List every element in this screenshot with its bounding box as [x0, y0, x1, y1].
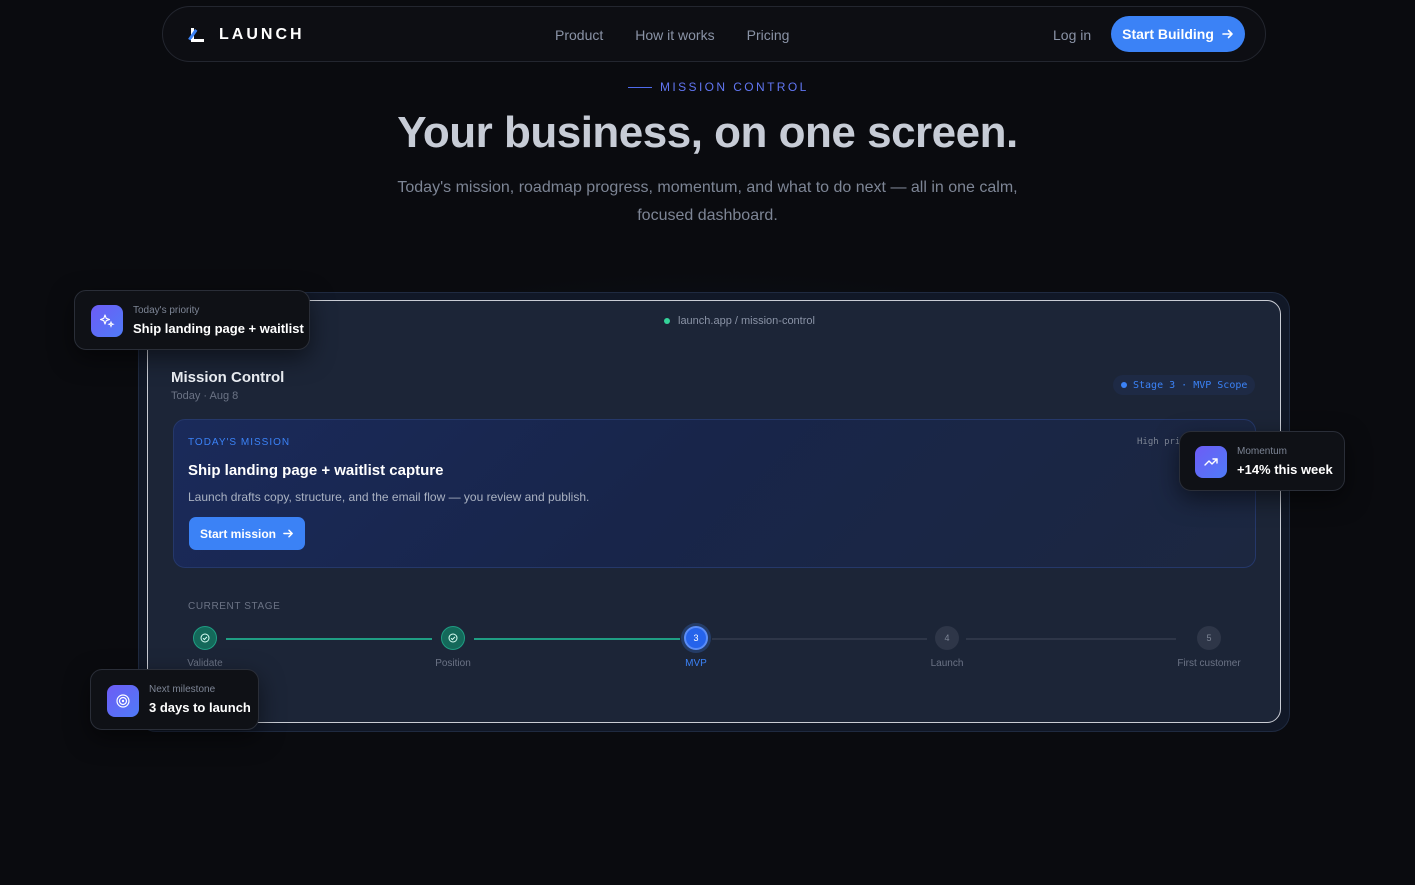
nav-link-product[interactable]: Product	[555, 27, 603, 43]
mission-description: Launch drafts copy, structure, and the e…	[188, 490, 590, 504]
mission-title: Ship landing page + waitlist capture	[188, 462, 444, 479]
eyebrow-line	[628, 86, 652, 88]
login-link[interactable]: Log in	[1053, 7, 1091, 63]
stage-badge: Stage 3 · MVP Scope	[1113, 375, 1255, 395]
milestone-card-key: Next milestone	[149, 684, 216, 695]
milestone-card[interactable]: Next milestone 3 days to launch	[90, 669, 259, 730]
step-mvp-number: 3	[693, 633, 699, 643]
milestone-card-value: 3 days to launch	[149, 700, 251, 715]
mission-priority: High pri	[1137, 437, 1181, 447]
step-position[interactable]	[441, 626, 465, 650]
step-first-customer-number: 5	[1206, 633, 1212, 643]
mission-eyebrow: TODAY'S MISSION	[188, 437, 291, 448]
stage-dot	[1121, 382, 1127, 388]
step-label-first-customer: First customer	[1177, 658, 1241, 669]
nav-links: Product How it works Pricing	[555, 7, 789, 63]
hero-title: Your business, on one screen.	[397, 108, 1018, 157]
step-label-launch: Launch	[930, 658, 964, 669]
progress-track-3	[712, 638, 927, 640]
priority-card-value: Ship landing page + waitlist	[133, 321, 304, 336]
check-icon	[448, 633, 458, 643]
top-nav: LAUNCH Product How it works Pricing Log …	[162, 6, 1266, 62]
hero-eyebrow: MISSION CONTROL	[628, 78, 809, 96]
step-validate[interactable]	[193, 626, 217, 650]
step-mvp[interactable]: 3	[684, 626, 708, 650]
start-building-label: Start Building	[1122, 26, 1214, 42]
momentum-card[interactable]: Momentum +14% this week	[1179, 431, 1345, 491]
step-launch[interactable]: 4	[935, 626, 959, 650]
step-label-mvp: MVP	[685, 658, 707, 669]
url-text: launch.app / mission-control	[678, 315, 815, 327]
trending-up-icon	[1195, 446, 1227, 478]
step-launch-number: 4	[944, 633, 950, 643]
start-building-button[interactable]: Start Building	[1111, 16, 1245, 52]
priority-card[interactable]: Today's priority Ship landing page + wai…	[74, 290, 310, 350]
launch-logo-icon	[188, 27, 205, 43]
current-stage-label: CURRENT STAGE	[188, 601, 281, 612]
start-mission-button[interactable]: Start mission	[189, 517, 305, 550]
start-mission-label: Start mission	[199, 526, 277, 541]
arrow-right-icon	[283, 529, 293, 538]
hero-subtitle: Today's mission, roadmap progress, momen…	[397, 179, 1018, 224]
eyebrow-text: MISSION CONTROL	[660, 80, 809, 94]
check-icon	[200, 633, 210, 643]
stage-badge-text: Stage 3 · MVP Scope	[1133, 379, 1248, 391]
momentum-card-value: +14% this week	[1237, 462, 1333, 477]
nav-link-how-it-works[interactable]: How it works	[635, 27, 714, 43]
arrow-right-icon	[1222, 29, 1233, 39]
dashboard-title: Mission Control	[171, 369, 285, 386]
step-label-position: Position	[435, 658, 471, 669]
progress-track-4	[966, 638, 1176, 640]
progress-track-1	[226, 638, 432, 640]
url-bar: launch.app / mission-control	[664, 314, 815, 328]
brand-name: LAUNCH	[219, 26, 305, 43]
progress-track-2	[474, 638, 680, 640]
priority-card-key: Today's priority	[133, 305, 200, 316]
brand-logo[interactable]: LAUNCH	[188, 7, 305, 63]
dashboard-date: Today · Aug 8	[171, 390, 239, 402]
status-dot	[664, 318, 670, 324]
target-icon	[107, 685, 139, 717]
step-first-customer[interactable]: 5	[1197, 626, 1221, 650]
sparkles-icon	[91, 305, 123, 337]
momentum-card-key: Momentum	[1237, 446, 1288, 457]
nav-link-pricing[interactable]: Pricing	[747, 27, 790, 43]
step-label-validate: Validate	[187, 658, 223, 669]
